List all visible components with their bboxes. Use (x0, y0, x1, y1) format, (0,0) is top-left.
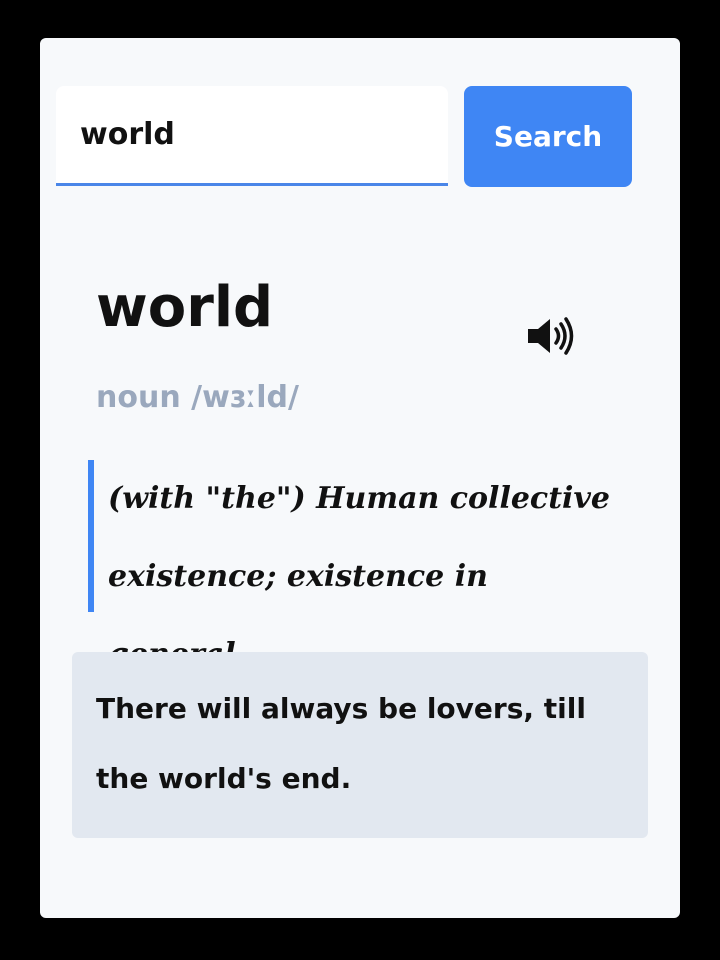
definition-text: (with "the") Human collective existence;… (88, 460, 620, 672)
speaker-icon (528, 317, 574, 355)
dictionary-card: Search world noun /wɜːld/ (with "the") H… (40, 38, 680, 918)
play-pronunciation-button[interactable] (526, 316, 578, 356)
search-input[interactable] (56, 86, 448, 186)
example-sentence: There will always be lovers, till the wo… (72, 652, 648, 838)
search-button[interactable]: Search (464, 86, 632, 187)
headword: world (96, 275, 274, 340)
part-of-speech-phonetic: noun /wɜːld/ (96, 380, 299, 415)
